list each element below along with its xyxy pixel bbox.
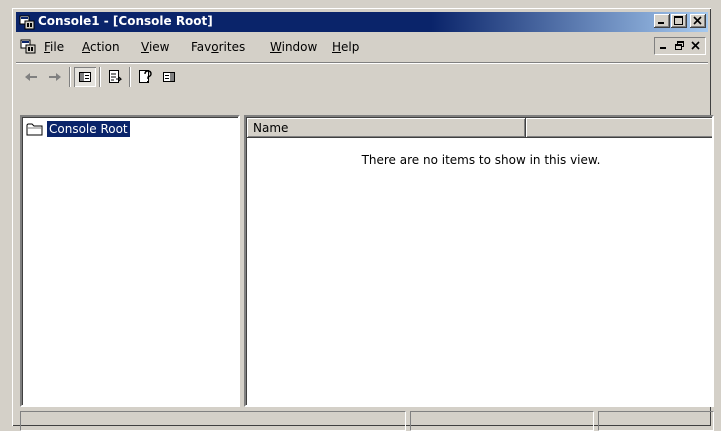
mmc-app-icon[interactable] xyxy=(19,14,35,30)
empty-list-message: There are no items to show in this view. xyxy=(361,153,601,167)
help-button[interactable] xyxy=(134,67,156,87)
show-hide-action-pane-icon xyxy=(163,72,175,82)
close-button[interactable] xyxy=(690,14,706,28)
maximize-icon xyxy=(674,16,683,25)
scope-tree-pane[interactable]: Console Root xyxy=(20,115,240,407)
result-list-pane[interactable]: Name There are no items to show in this … xyxy=(244,115,714,407)
menu-file[interactable]: File xyxy=(44,40,64,54)
status-cell-right xyxy=(598,411,714,431)
minimize-icon xyxy=(658,22,664,24)
tree-item-console-root[interactable]: Console Root xyxy=(26,120,131,138)
show-hide-tree-icon xyxy=(79,72,91,82)
menu-action[interactable]: Action xyxy=(82,40,120,54)
close-icon xyxy=(693,16,702,25)
list-header: Name xyxy=(247,118,712,138)
close-icon xyxy=(691,41,700,50)
toolbar-separator xyxy=(129,67,131,87)
toolbar-separator xyxy=(69,67,71,87)
child-minimize-button[interactable] xyxy=(656,39,672,53)
back-button[interactable] xyxy=(20,67,42,87)
status-cell-middle xyxy=(410,411,594,431)
back-icon xyxy=(25,73,37,81)
forward-button[interactable] xyxy=(44,67,66,87)
child-window-buttons xyxy=(654,37,706,55)
menu-help[interactable]: Help xyxy=(332,40,359,54)
export-list-button[interactable] xyxy=(104,67,126,87)
toolbar xyxy=(16,62,708,88)
caption-buttons xyxy=(653,14,706,28)
menu-bar: File Action View Favorites Window Help xyxy=(16,36,708,58)
mmc-window: Console1 - [Console Root] File Action Vi… xyxy=(11,7,714,431)
show-hide-action-pane-button[interactable] xyxy=(158,67,180,87)
restore-icon xyxy=(675,41,684,50)
column-header-blank[interactable] xyxy=(526,118,712,138)
tree-item-label: Console Root xyxy=(46,120,131,138)
forward-icon xyxy=(49,73,61,81)
show-hide-tree-button[interactable] xyxy=(74,67,96,87)
menu-window[interactable]: Window xyxy=(270,40,317,54)
status-bar xyxy=(20,411,714,431)
window-title: Console1 - [Console Root] xyxy=(38,14,213,28)
export-list-icon xyxy=(109,70,123,83)
child-close-button[interactable] xyxy=(688,39,704,53)
minimize-button[interactable] xyxy=(654,14,670,28)
title-bar[interactable]: Console1 - [Console Root] xyxy=(16,12,708,32)
child-restore-button[interactable] xyxy=(672,39,688,53)
column-header-name[interactable]: Name xyxy=(247,118,526,138)
menu-favorites[interactable]: Favorites xyxy=(191,40,245,54)
toolbar-separator xyxy=(99,67,101,87)
maximize-button[interactable] xyxy=(671,14,687,28)
minimize-icon xyxy=(660,47,666,49)
console-doc-icon[interactable] xyxy=(20,38,36,54)
help-icon xyxy=(139,70,152,83)
status-cell-main xyxy=(20,411,406,431)
menu-view[interactable]: View xyxy=(141,40,169,54)
folder-icon xyxy=(26,123,43,136)
